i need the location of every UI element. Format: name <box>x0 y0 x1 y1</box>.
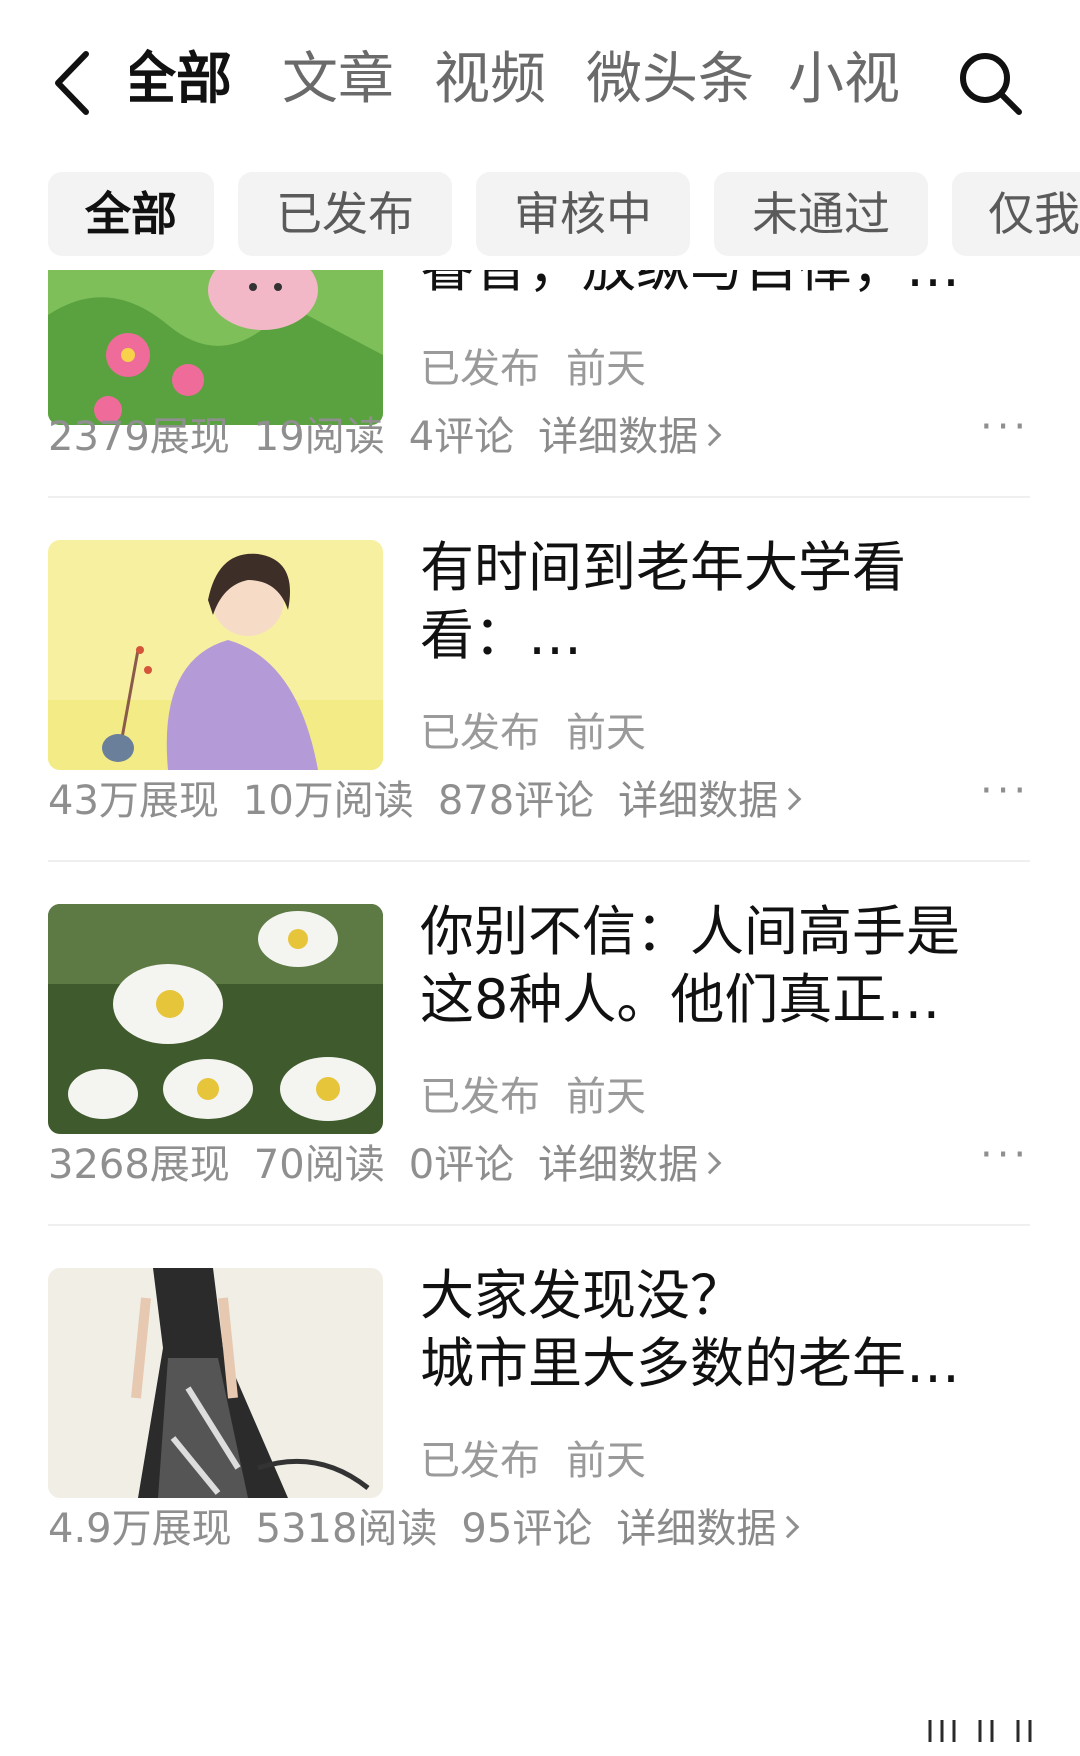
chevron-right-icon <box>698 1151 722 1175</box>
title-line: 睿智，放纵与自律，… <box>420 270 1020 302</box>
item-title[interactable]: 大家发现没？ 城市里大多数的老年… <box>420 1262 1020 1398</box>
status-row: 已发布 前天 <box>420 1428 672 1486</box>
stats-row: 3268展现 70阅读 0评论 详细数据 <box>48 1132 742 1190</box>
more-options-button[interactable]: ··· <box>980 404 1030 450</box>
detail-data-label: 详细数据 <box>618 778 779 824</box>
back-arrow-icon[interactable] <box>48 48 98 118</box>
item-title[interactable]: 睿智，放纵与自律，… <box>420 270 1020 302</box>
reads-count: 10万阅读 <box>242 778 414 824</box>
comments-count: 878评论 <box>437 778 595 824</box>
thumbnail-image <box>48 904 383 1134</box>
content-list: 睿智，放纵与自律，… 已发布前天 2379展现19阅读4评论详细数据 ··· <box>0 270 1080 1756</box>
more-options-button[interactable]: ··· <box>980 1132 1030 1178</box>
thumbnail-image <box>48 1268 383 1498</box>
status-row: 已发布 前天 <box>420 1064 672 1122</box>
detail-data-link[interactable]: 详细数据 <box>538 414 722 460</box>
chevron-right-icon <box>698 423 722 447</box>
views-count: 2379展现 <box>48 414 230 460</box>
more-options-button[interactable]: ··· <box>980 768 1030 814</box>
status-row: 已发布 前天 <box>420 700 672 758</box>
thumbnail-image <box>48 540 383 770</box>
title-line: 你别不信：人间高手是 <box>420 900 960 963</box>
stats-row: 4.9万展现 5318阅读 95评论 详细数据 <box>48 1496 820 1554</box>
divider <box>48 496 1030 498</box>
detail-data-link[interactable]: 详细数据 <box>618 778 802 824</box>
list-item[interactable]: 睿智，放纵与自律，… 已发布前天 2379展现 19阅读 4评论详细数据 ··· <box>0 270 1080 560</box>
chevron-right-icon <box>778 787 802 811</box>
views-count: 4.9万展现 <box>48 1506 232 1552</box>
views-count: 3268展现 <box>48 1142 230 1188</box>
comments-count: 95评论 <box>461 1506 593 1552</box>
list-item[interactable]: 你别不信：人间高手是 这8种人。他们真正… 已发布 前天 3268展现 70阅读 0评… <box>0 900 1080 1234</box>
stats-row: 2379展现 19阅读 4评论 详细数据 <box>48 404 742 462</box>
detail-data-link[interactable]: 详细数据 <box>538 1142 722 1188</box>
views-count: 43万展现 <box>48 778 219 824</box>
chip-private[interactable]: 仅我 <box>952 172 1080 256</box>
status-badge: 已发布 <box>420 710 540 756</box>
title-line: 这8种人。他们真正… <box>420 968 941 1031</box>
divider <box>48 860 1030 862</box>
status-badge: 已发布 <box>420 346 540 392</box>
status-row: 已发布 前天 <box>420 336 672 394</box>
chip-all[interactable]: 全部 <box>48 172 214 256</box>
detail-data-label: 详细数据 <box>538 414 699 460</box>
tab-videos[interactable]: 视频 <box>434 44 546 116</box>
content-type-tabs: 全部 文章 视频 微头条 小视 <box>130 0 960 160</box>
chip-published[interactable]: 已发布 <box>238 172 452 256</box>
status-filter-chips: 全部 已发布 审核中 未通过 仅我 <box>0 172 1080 258</box>
top-navigation: 全部 文章 视频 微头条 小视 <box>0 0 1080 160</box>
tab-articles[interactable]: 文章 <box>282 44 394 116</box>
item-title[interactable]: 有时间到老年大学看 看：… <box>420 534 1020 670</box>
chevron-right-icon <box>777 1515 800 1539</box>
gesture-indicator <box>920 1712 1060 1748</box>
publish-time: 前天 <box>566 1074 646 1120</box>
tab-all[interactable]: 全部 <box>130 44 232 116</box>
detail-data-link[interactable]: 详细数据 <box>616 1506 800 1552</box>
reads-count: 5318阅读 <box>255 1506 438 1552</box>
search-icon[interactable] <box>955 48 1027 120</box>
tab-micro-posts[interactable]: 微头条 <box>586 44 754 116</box>
detail-data-label: 详细数据 <box>616 1506 777 1552</box>
comments-count: 4评论 <box>408 414 515 460</box>
reads-count: 70阅读 <box>253 1142 385 1188</box>
list-item[interactable]: 有时间到老年大学看 看：… 已发布 前天 43万展现 10万阅读 878评论 详细数据 … <box>0 536 1080 870</box>
publish-time: 前天 <box>566 346 646 392</box>
thumbnail-image <box>48 270 383 425</box>
status-badge: 已发布 <box>420 1438 540 1484</box>
comments-count: 0评论 <box>408 1142 515 1188</box>
tab-small-videos[interactable]: 小视 <box>788 44 900 116</box>
status-badge: 已发布 <box>420 1074 540 1120</box>
list-item[interactable]: 大家发现没？ 城市里大多数的老年… 已发布 前天 4.9万展现 5318阅读 95评论… <box>0 1264 1080 1598</box>
title-line: 城市里大多数的老年… <box>420 1332 960 1395</box>
reads-count: 19阅读 <box>253 414 385 460</box>
title-line: 大家发现没？ <box>420 1264 744 1327</box>
publish-time: 前天 <box>566 710 646 756</box>
item-title[interactable]: 你别不信：人间高手是 这8种人。他们真正… <box>420 898 1020 1034</box>
stats-row: 43万展现 10万阅读 878评论 详细数据 <box>48 768 822 826</box>
chip-under-review[interactable]: 审核中 <box>476 172 690 256</box>
title-line: 有时间到老年大学看 <box>420 536 906 599</box>
detail-data-label: 详细数据 <box>538 1142 699 1188</box>
publish-time: 前天 <box>566 1438 646 1484</box>
chip-rejected[interactable]: 未通过 <box>714 172 928 256</box>
title-line: 看：… <box>420 604 582 667</box>
divider <box>48 1224 1030 1226</box>
